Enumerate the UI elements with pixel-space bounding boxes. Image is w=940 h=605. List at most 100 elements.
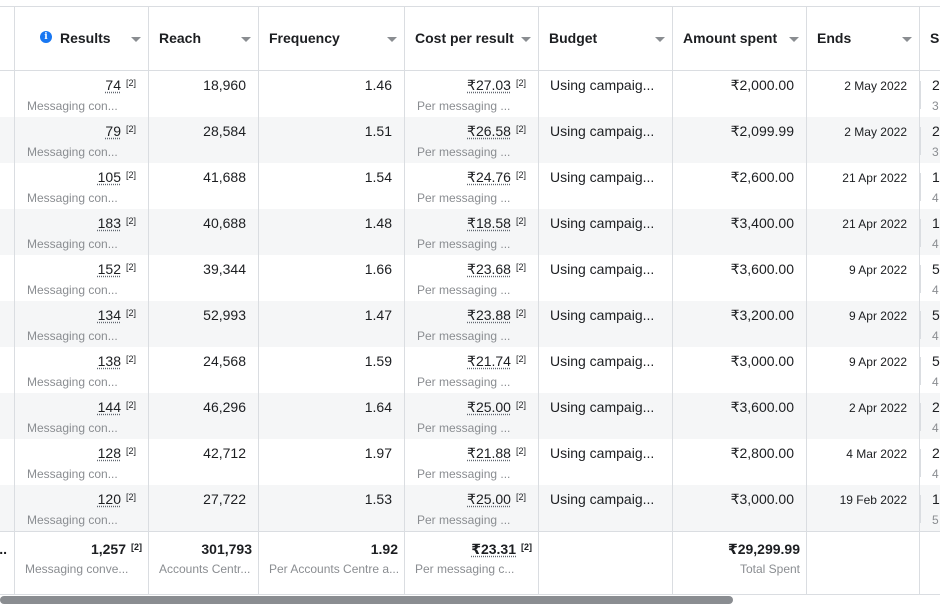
schedule-cell: 23 bbox=[920, 71, 940, 117]
cost-per-result-value[interactable]: ₹24.76 [2] bbox=[467, 169, 526, 186]
column-header-cost-per-result[interactable]: Cost per result bbox=[405, 7, 539, 70]
cost-per-result-value[interactable]: ₹21.88 [2] bbox=[467, 445, 526, 462]
table-row[interactable]: 138 [2] Messaging con... 24,568 1.59 ₹21.74 [2… bbox=[0, 347, 940, 393]
row-name-cell-partial bbox=[0, 485, 15, 531]
schedule-divider bbox=[920, 219, 921, 247]
reach-value: 27,722 bbox=[203, 491, 246, 507]
ends-cell: 9 Apr 2022 bbox=[807, 347, 920, 393]
results-value[interactable]: 152 [2] bbox=[98, 261, 136, 277]
reach-cell: 24,568 bbox=[149, 347, 259, 393]
budget-value: Using campaig... bbox=[550, 445, 655, 461]
column-header-budget[interactable]: Budget bbox=[539, 7, 673, 70]
schedule-value: 5 bbox=[932, 307, 940, 323]
column-header-results[interactable]: i Results bbox=[15, 7, 149, 70]
totals-cpr-cell: ₹23.31 [2] Per messaging c... bbox=[405, 532, 539, 594]
results-value[interactable]: 105 [2] bbox=[98, 169, 136, 185]
frequency-value: 1.97 bbox=[364, 445, 392, 461]
table-row[interactable]: 79 [2] Messaging con... 28,584 1.51 ₹26.58 [2]… bbox=[0, 117, 940, 163]
column-header-label: Frequency bbox=[269, 30, 340, 46]
totals-cpr-sub: Per messaging c... bbox=[415, 562, 515, 576]
cost-per-result-value[interactable]: ₹27.03 [2] bbox=[467, 77, 526, 94]
amount-spent-cell: ₹2,000.00 bbox=[673, 71, 807, 117]
chevron-down-icon[interactable] bbox=[521, 37, 531, 42]
cost-per-result-value[interactable]: ₹23.68 [2] bbox=[467, 261, 526, 278]
results-cell: 134 [2] Messaging con... bbox=[15, 301, 149, 347]
cost-per-result-value[interactable]: ₹26.58 [2] bbox=[467, 123, 526, 140]
column-header-amount-spent[interactable]: Amount spent bbox=[673, 7, 807, 70]
amount-spent-value: ₹2,600.00 bbox=[730, 169, 794, 185]
reach-cell: 28,584 bbox=[149, 117, 259, 163]
frequency-value: 1.53 bbox=[364, 491, 392, 507]
cost-per-result-sub: Per messaging ... bbox=[417, 467, 511, 481]
table-body: 74 [2] Messaging con... 18,960 1.46 ₹27.03 [2]… bbox=[0, 71, 940, 531]
cost-per-result-value[interactable]: ₹25.00 [2] bbox=[467, 399, 526, 416]
cost-per-result-cell: ₹21.88 [2] Per messaging ... bbox=[405, 439, 539, 485]
reach-cell: 40,688 bbox=[149, 209, 259, 255]
reach-cell: 42,712 bbox=[149, 439, 259, 485]
results-value[interactable]: 134 [2] bbox=[98, 307, 136, 323]
cost-per-result-cell: ₹27.03 [2] Per messaging ... bbox=[405, 71, 539, 117]
column-header-ends[interactable]: Ends bbox=[807, 7, 920, 70]
results-value[interactable]: 120 [2] bbox=[98, 491, 136, 507]
results-value[interactable]: 128 [2] bbox=[98, 445, 136, 461]
horizontal-scrollbar[interactable] bbox=[0, 596, 733, 604]
column-header-schedule[interactable]: Sc bbox=[920, 7, 940, 70]
column-header-reach[interactable]: Reach bbox=[149, 7, 259, 70]
totals-ellipsis: ... bbox=[0, 541, 7, 557]
table-row[interactable]: 134 [2] Messaging con... 52,993 1.47 ₹23.88 [2… bbox=[0, 301, 940, 347]
table-row[interactable]: 74 [2] Messaging con... 18,960 1.46 ₹27.03 [2]… bbox=[0, 71, 940, 117]
chevron-down-icon[interactable] bbox=[131, 37, 141, 42]
chevron-down-icon[interactable] bbox=[902, 37, 912, 42]
reach-value: 40,688 bbox=[203, 215, 246, 231]
chevron-down-icon[interactable] bbox=[789, 37, 799, 42]
results-value[interactable]: 79 [2] bbox=[105, 123, 136, 139]
cost-per-result-value[interactable]: ₹21.74 [2] bbox=[467, 353, 526, 370]
schedule-divider bbox=[920, 173, 921, 201]
results-cell: 138 [2] Messaging con... bbox=[15, 347, 149, 393]
amount-spent-cell: ₹2,600.00 bbox=[673, 163, 807, 209]
ends-value: 21 Apr 2022 bbox=[842, 171, 907, 185]
table-row[interactable]: 105 [2] Messaging con... 41,688 1.54 ₹24.76 [2… bbox=[0, 163, 940, 209]
totals-row: ... 1,257[2] Messaging conve... 301,793 … bbox=[0, 531, 940, 595]
info-icon[interactable]: i bbox=[40, 31, 52, 43]
table-row[interactable]: 152 [2] Messaging con... 39,344 1.66 ₹23.68 [2… bbox=[0, 255, 940, 301]
chevron-down-icon[interactable] bbox=[387, 37, 397, 42]
totals-results-sub: Messaging conve... bbox=[25, 562, 129, 576]
schedule-divider bbox=[920, 265, 921, 293]
budget-cell: Using campaig... bbox=[539, 71, 673, 117]
chevron-down-icon[interactable] bbox=[241, 37, 251, 42]
cost-per-result-cell: ₹26.58 [2] Per messaging ... bbox=[405, 117, 539, 163]
cost-per-result-value[interactable]: ₹23.88 [2] bbox=[467, 307, 526, 324]
column-header-frequency[interactable]: Frequency bbox=[259, 7, 405, 70]
totals-ends-cell bbox=[807, 532, 920, 594]
cost-per-result-sub: Per messaging ... bbox=[417, 99, 511, 113]
frequency-cell: 1.59 bbox=[259, 347, 405, 393]
cost-per-result-value[interactable]: ₹25.00 [2] bbox=[467, 491, 526, 508]
table-row[interactable]: 183 [2] Messaging con... 40,688 1.48 ₹18.58 [2… bbox=[0, 209, 940, 255]
schedule-value: 1 bbox=[932, 215, 940, 231]
results-value[interactable]: 74 [2] bbox=[105, 77, 136, 93]
budget-value: Using campaig... bbox=[550, 215, 655, 231]
reach-value: 46,296 bbox=[203, 399, 246, 415]
results-sub: Messaging con... bbox=[27, 467, 118, 481]
budget-cell: Using campaig... bbox=[539, 163, 673, 209]
frequency-value: 1.48 bbox=[364, 215, 392, 231]
row-name-cell-partial bbox=[0, 347, 15, 393]
table-row[interactable]: 120 [2] Messaging con... 27,722 1.53 ₹25.00 [2… bbox=[0, 485, 940, 531]
chevron-down-icon[interactable] bbox=[655, 37, 665, 42]
cost-per-result-cell: ₹23.88 [2] Per messaging ... bbox=[405, 301, 539, 347]
results-value[interactable]: 138 [2] bbox=[98, 353, 136, 369]
reach-cell: 52,993 bbox=[149, 301, 259, 347]
table-row[interactable]: 128 [2] Messaging con... 42,712 1.97 ₹21.88 [2… bbox=[0, 439, 940, 485]
schedule-sub: 3 bbox=[932, 99, 939, 113]
row-name-cell-partial bbox=[0, 71, 15, 117]
cost-per-result-value[interactable]: ₹18.58 [2] bbox=[467, 215, 526, 232]
table-row[interactable]: 144 [2] Messaging con... 46,296 1.64 ₹25.00 [2… bbox=[0, 393, 940, 439]
results-value[interactable]: 183 [2] bbox=[98, 215, 136, 231]
frequency-cell: 1.97 bbox=[259, 439, 405, 485]
results-value[interactable]: 144 [2] bbox=[98, 399, 136, 415]
reach-cell: 46,296 bbox=[149, 393, 259, 439]
reach-cell: 27,722 bbox=[149, 485, 259, 531]
frequency-cell: 1.48 bbox=[259, 209, 405, 255]
cost-per-result-cell: ₹21.74 [2] Per messaging ... bbox=[405, 347, 539, 393]
